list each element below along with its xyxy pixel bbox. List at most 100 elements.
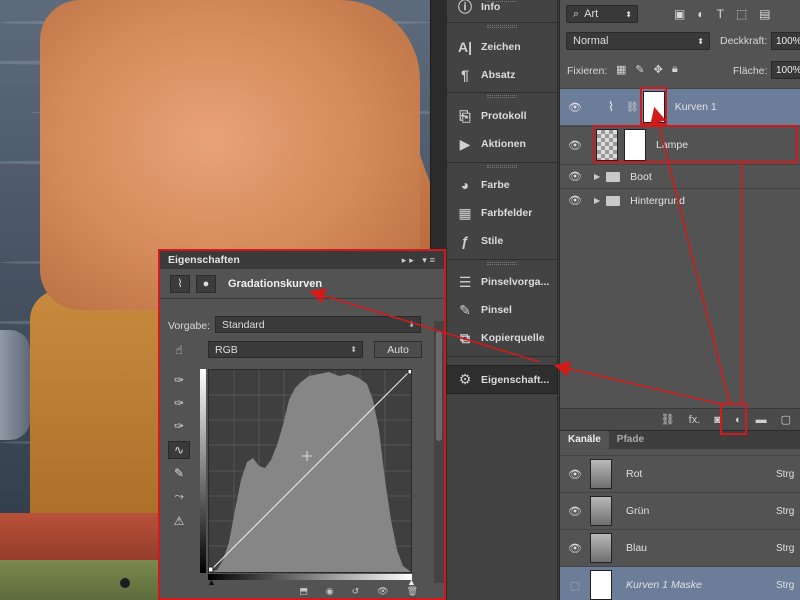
preset-select[interactable]: Standard ⬍ <box>215 316 421 333</box>
lock-position-icon[interactable]: ✥ <box>654 63 663 76</box>
clip-to-layer-icon[interactable]: ⬒ <box>299 586 308 598</box>
curve-point[interactable] <box>407 368 414 375</box>
dock-item-farbe[interactable]: ◕ Farbe <box>447 172 557 198</box>
styles-icon: ƒ <box>461 233 469 249</box>
dock-item-stile[interactable]: ƒ Stile <box>447 228 557 254</box>
type-filter-icon[interactable]: T <box>717 7 724 21</box>
layer-row-kurven-1[interactable]: 👁︎ ⌇ ⛓ Kurven 1 <box>560 88 800 125</box>
shape-filter-icon[interactable]: ⬚ <box>736 7 747 21</box>
smooth-curve-icon[interactable]: ⤳ <box>168 487 190 505</box>
channel-thumbnail <box>590 496 612 526</box>
layer-row-hintergrund[interactable]: 👁︎ ▶ Hintergrund <box>560 188 800 212</box>
layer-row-boot[interactable]: 👁︎ ▶ Boot <box>560 164 800 188</box>
lock-pixels-icon[interactable]: ✎ <box>635 63 644 76</box>
properties-icon: ⚙ <box>458 371 472 387</box>
trash-icon[interactable]: 🗑︎ <box>407 586 418 598</box>
history-icon: ⎘ <box>459 107 471 124</box>
adjustment-type-label: Gradationskurven <box>228 277 323 290</box>
tab-pfade[interactable]: Pfade <box>609 431 652 449</box>
blend-mode-select[interactable]: Normal ⬍ <box>566 32 710 50</box>
channel-row-kurven-maske[interactable]: ▢ Kurven 1 Maske Strg <box>560 566 800 600</box>
dock-item-info[interactable]: ⓘ Info <box>447 0 557 20</box>
highlight-adjustment-button <box>720 403 747 435</box>
channels-panel: Kanäle Pfade 👁︎ Rot Strg 👁︎ Grün Strg 👁︎… <box>559 430 800 600</box>
folder-icon <box>606 171 621 182</box>
panel-menu-icon[interactable]: ▸▸ ▾≡ <box>402 255 444 266</box>
expand-triangle-icon[interactable]: ▶ <box>594 172 600 181</box>
dock-item-eigenschaften[interactable]: ⚙ Eigenschaft... <box>446 365 558 394</box>
clipping-warning-icon[interactable]: ⚠ <box>168 512 190 530</box>
dock-item-kopierquelle[interactable]: ⧉ Kopierquelle <box>447 325 557 351</box>
adjustment-filter-icon[interactable]: ◐ <box>697 7 704 21</box>
pixel-filter-icon[interactable]: ▣ <box>674 7 685 21</box>
curves-graph[interactable] <box>207 368 414 573</box>
visibility-eye-icon[interactable]: 👁︎ <box>560 468 590 481</box>
opacity-field[interactable]: 100% <box>771 32 800 50</box>
visibility-box-icon[interactable]: ▢ <box>560 579 590 592</box>
curve-point-tool-icon[interactable]: ∿ <box>168 441 190 459</box>
channel-thumbnail <box>590 533 612 563</box>
properties-title: Eigenschaften <box>168 254 240 266</box>
fill-field[interactable]: 100% <box>771 61 800 79</box>
visibility-eye-icon[interactable]: 👁︎ <box>560 542 590 555</box>
visibility-eye-icon[interactable]: 👁︎ <box>560 505 590 518</box>
curves-adjustment-icon[interactable]: ⌇ <box>170 274 190 293</box>
white-point-eyedropper-icon[interactable]: ✑ <box>168 417 190 435</box>
lock-label: Fixieren: <box>567 65 608 77</box>
channel-thumbnail <box>590 459 612 489</box>
dock-item-pinsel[interactable]: ✎ Pinsel <box>447 297 557 323</box>
layer-filter-select[interactable]: ⌕ Art ⬍ <box>566 5 638 23</box>
clone-source-icon: ⧉ <box>460 329 470 346</box>
actions-icon: ▶ <box>459 135 471 152</box>
search-icon: ⌕ <box>573 7 580 20</box>
dock-item-absatz[interactable]: ¶ Absatz <box>447 62 557 88</box>
pencil-tool-icon[interactable]: ✎ <box>168 464 190 482</box>
lock-all-icon[interactable]: 🔒︎ <box>672 63 678 76</box>
chevron-updown-icon: ⬍ <box>350 345 357 354</box>
dock-item-farbfelder[interactable]: ▦ Farbfelder <box>447 200 557 226</box>
panel-dock: ⓘ Info A| Zeichen ¶ Absatz ⎘ Protokoll ▶… <box>446 0 558 600</box>
new-group-icon[interactable]: ▬ <box>756 414 767 426</box>
mask-icon[interactable]: ● <box>196 274 216 293</box>
layer-style-button[interactable]: fx. <box>689 414 701 426</box>
visibility-eye-icon[interactable]: 👁︎ <box>377 586 388 598</box>
tab-kanaele[interactable]: Kanäle <box>560 431 609 449</box>
fill-label: Fläche: <box>733 65 768 77</box>
properties-footer: ⬒ ◉ ↺ 👁︎ 🗑︎ <box>160 586 444 598</box>
layers-panel: ⌕ Art ⬍ ▣ ◐ T ⬚ ▤ Normal ⬍ Deckkraft: 10… <box>559 0 800 430</box>
reset-icon[interactable]: ↺ <box>352 586 360 598</box>
on-image-adjust-icon[interactable]: ☝ <box>168 341 190 359</box>
black-point-eyedropper-icon[interactable]: ✑ <box>168 371 190 389</box>
visibility-eye-icon[interactable]: 👁︎ <box>560 101 590 114</box>
new-layer-icon[interactable]: ▢ <box>781 413 791 426</box>
scrollbar-thumb[interactable] <box>436 331 442 441</box>
paragraph-icon: ¶ <box>461 67 469 83</box>
swatches-icon: ▦ <box>458 204 472 221</box>
curves-adjustment-icon: ⌇ <box>607 99 615 114</box>
view-previous-icon[interactable]: ◉ <box>326 586 334 598</box>
channel-row-blau[interactable]: 👁︎ Blau Strg <box>560 529 800 566</box>
auto-button[interactable]: Auto <box>374 341 422 358</box>
dock-item-aktionen[interactable]: ▶ Aktionen <box>447 131 557 157</box>
curve-point[interactable] <box>207 566 214 573</box>
visibility-eye-icon[interactable]: 👁︎ <box>560 139 590 152</box>
gray-point-eyedropper-icon[interactable]: ✑ <box>168 394 190 412</box>
lock-transparency-icon[interactable]: ▦ <box>616 63 626 76</box>
dock-item-protokoll[interactable]: ⎘ Protokoll <box>447 103 557 129</box>
expand-triangle-icon[interactable]: ▶ <box>594 196 600 205</box>
channel-row-rot[interactable]: 👁︎ Rot Strg <box>560 455 800 492</box>
dock-item-zeichen[interactable]: A| Zeichen <box>447 34 557 60</box>
properties-scrollbar[interactable] <box>434 321 444 583</box>
info-icon: ⓘ <box>458 0 472 15</box>
channel-select[interactable]: RGB ⬍ <box>208 341 363 358</box>
color-icon: ◕ <box>460 177 470 193</box>
visibility-eye-icon[interactable]: 👁︎ <box>560 194 590 207</box>
visibility-eye-icon[interactable]: 👁︎ <box>560 170 590 183</box>
dock-item-pinselvorgaben[interactable]: ☰ Pinselvorga... <box>447 269 557 295</box>
smart-object-filter-icon[interactable]: ▤ <box>759 7 770 21</box>
chain-link-icon[interactable]: ⛓ <box>626 102 639 113</box>
channel-row-gruen[interactable]: 👁︎ Grün Strg <box>560 492 800 529</box>
link-layers-icon[interactable]: ⛓ <box>661 413 675 426</box>
chevron-updown-icon: ⬍ <box>625 9 632 19</box>
highlight-layer-mask <box>640 87 667 125</box>
